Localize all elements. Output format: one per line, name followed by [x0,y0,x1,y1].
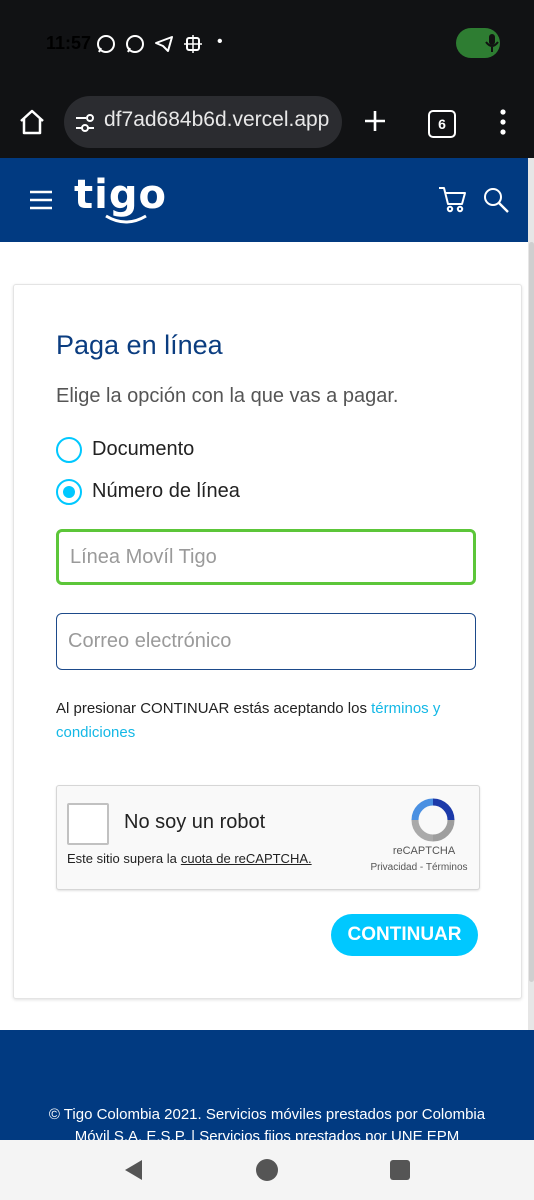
telegram-icon [155,36,173,52]
recaptcha-links[interactable]: Privacidad - Términos [360,862,478,873]
mic-icon [485,34,499,52]
scrollbar-thumb[interactable] [529,242,534,982]
email-input[interactable] [56,613,476,670]
recaptcha-brand: reCAPTCHA [392,845,456,857]
radio-selected-dot [63,486,75,498]
line-number-input[interactable] [56,529,476,585]
tabs-icon[interactable]: 6 [428,110,456,138]
recaptcha-icon [411,798,455,842]
vpn-icon [184,35,202,53]
radio-label-documento[interactable]: Documento [92,438,194,461]
status-dot: • [217,33,223,50]
more-icon[interactable] [494,108,512,136]
continue-button[interactable]: CONTINUAR [331,914,478,956]
new-tab-icon[interactable] [362,108,388,134]
back-icon[interactable] [122,1158,146,1182]
home-nav-icon[interactable] [255,1158,279,1182]
recents-icon[interactable] [389,1159,411,1181]
radio-label-numero-linea[interactable]: Número de línea [92,480,240,503]
cart-icon[interactable] [437,184,467,214]
form-subtitle: Elige la opción con la que vas a pagar. [56,385,399,407]
site-settings-icon[interactable] [74,112,96,134]
search-icon[interactable] [482,186,510,214]
whatsapp-icon [97,35,115,53]
whatsapp-icon [126,35,144,53]
recaptcha-quota-note: Este sitio supera la cuota de reCAPTCHA. [67,851,312,866]
menu-icon[interactable] [29,189,53,211]
recaptcha-quota-link[interactable]: cuota de reCAPTCHA. [181,851,312,866]
url-text[interactable]: df7ad684b6d.vercel.app [104,108,334,136]
logo-swoosh [105,214,147,224]
status-time: 11:57 [46,33,92,53]
recaptcha-label: No soy un robot [124,811,266,833]
home-icon[interactable] [18,108,46,136]
radio-documento[interactable] [56,437,82,463]
page-title: Paga en línea [56,330,223,360]
recaptcha-checkbox[interactable] [67,803,109,845]
terms-text: Al presionar CONTINUAR estás aceptando l… [56,700,441,741]
